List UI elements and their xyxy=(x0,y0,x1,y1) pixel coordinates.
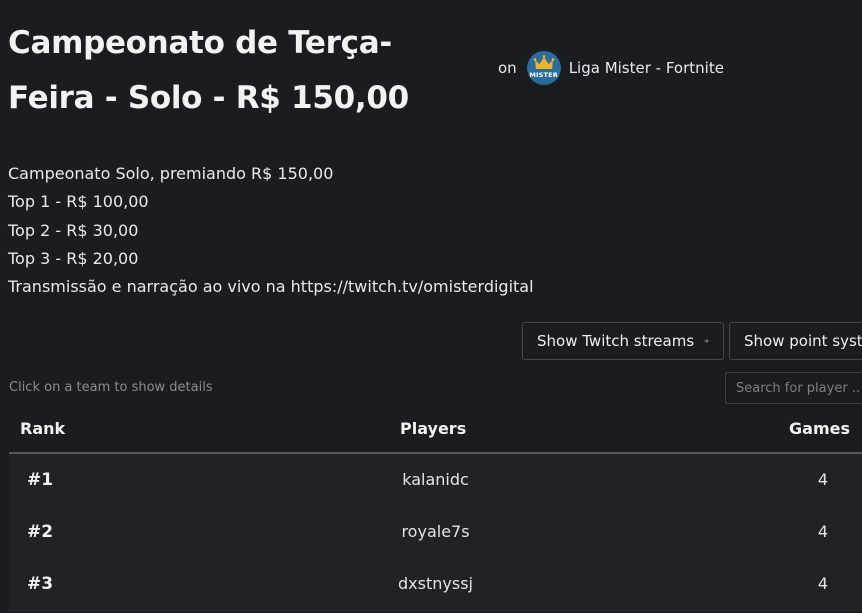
description-line: Top 1 - R$ 100,00 xyxy=(8,192,149,212)
page-title: Campeonato de Terça-Feira - Solo - R$ 15… xyxy=(8,25,409,116)
show-twitch-streams-label: Show Twitch streams xyxy=(537,332,695,350)
show-point-system-label: Show point system xyxy=(744,332,862,350)
tournament-page: Campeonato de Terça-Feira - Solo - R$ 15… xyxy=(0,0,862,613)
on-label: on xyxy=(498,59,517,77)
crown-icon xyxy=(533,55,555,69)
organizer-link[interactable]: Liga Mister - Fortnite xyxy=(569,59,724,77)
description-line: Top 3 - R$ 20,00 xyxy=(8,248,139,268)
table-header: Rank Players Games xyxy=(9,410,862,454)
column-header-players: Players xyxy=(400,419,467,438)
row-player: kalanidc xyxy=(402,470,469,489)
liga-mister-logo[interactable]: MISTER xyxy=(526,51,561,85)
description-line: Top 2 - R$ 30,00 xyxy=(8,220,139,240)
column-header-games: Games xyxy=(789,419,850,438)
description-line: Transmissão e narração ao vivo na https:… xyxy=(8,277,534,297)
row-games: 4 xyxy=(817,522,828,541)
logo-text: MISTER xyxy=(529,71,559,79)
row-games: 4 xyxy=(817,574,828,593)
row-player: royale7s xyxy=(401,522,470,541)
organizer: on MISTER Liga Mister - Fortnite xyxy=(498,51,724,85)
table-row[interactable]: #2 royale7s 4 xyxy=(9,506,862,559)
show-point-system-button[interactable]: Show point system xyxy=(729,322,862,360)
row-games: 4 xyxy=(817,470,828,489)
row-player: dxstnyssj xyxy=(398,574,473,593)
column-header-rank: Rank xyxy=(20,419,66,438)
table-hint: Click on a team to show details xyxy=(9,380,213,395)
table-row[interactable]: #1 kalanidc 4 xyxy=(9,454,862,507)
arrow-right-icon xyxy=(704,339,709,343)
table-row[interactable]: #3 dxstnyssj 4 xyxy=(9,558,862,611)
show-twitch-streams-button[interactable]: Show Twitch streams xyxy=(522,322,724,360)
player-search-input[interactable] xyxy=(725,372,862,404)
description-line: Campeonato Solo, premiando R$ 150,00 xyxy=(8,164,334,183)
description: Campeonato Solo, premiando R$ 150,00 Top… xyxy=(8,160,534,301)
